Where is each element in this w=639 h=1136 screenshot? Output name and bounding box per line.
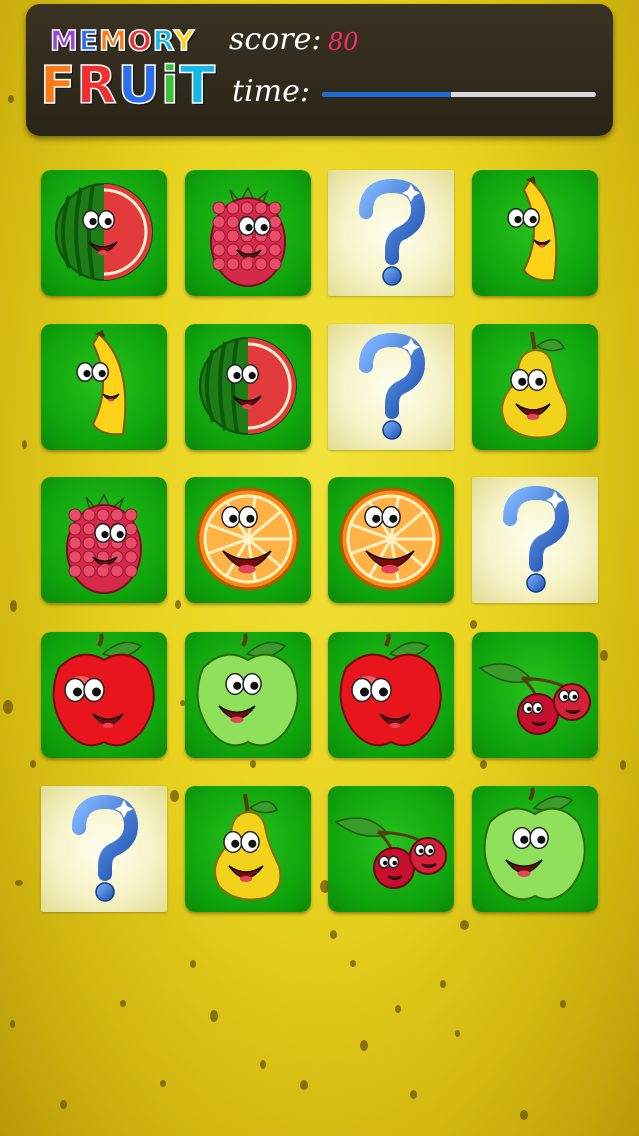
card-grid [0,0,639,1136]
card-orange[interactable] [328,477,454,603]
card-red-apple[interactable] [328,632,454,758]
card-cherries[interactable] [328,786,454,912]
card-orange[interactable] [185,477,311,603]
card-red-apple[interactable] [41,632,167,758]
card-watermelon[interactable] [41,170,167,296]
card-cherries[interactable] [472,632,598,758]
card-face-down[interactable] [472,477,598,603]
card-green-apple[interactable] [472,786,598,912]
card-banana[interactable] [472,170,598,296]
card-face-down[interactable] [328,170,454,296]
card-pear[interactable] [472,324,598,450]
card-face-down[interactable] [41,786,167,912]
card-green-apple[interactable] [185,632,311,758]
card-raspberry[interactable] [185,170,311,296]
card-pear[interactable] [185,786,311,912]
card-raspberry[interactable] [41,477,167,603]
card-watermelon[interactable] [185,324,311,450]
card-banana[interactable] [41,324,167,450]
card-face-down[interactable] [328,324,454,450]
